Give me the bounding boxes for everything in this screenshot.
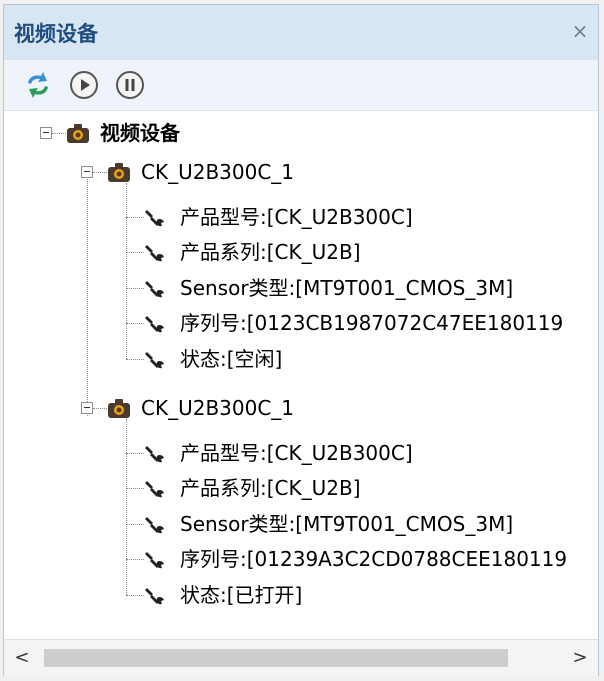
collapse-toggle[interactable] bbox=[40, 127, 52, 139]
wrench-icon bbox=[145, 281, 164, 298]
property-label: 产品系列:[CK_U2B] bbox=[180, 240, 361, 264]
panel-title: 视频设备 bbox=[14, 22, 98, 46]
property-label: 产品系列:[CK_U2B] bbox=[180, 476, 361, 500]
property-label: 状态:[空闲] bbox=[180, 347, 283, 371]
wrench-icon bbox=[145, 316, 164, 333]
tree-line bbox=[126, 323, 144, 324]
property-label: Sensor类型:[MT9T001_CMOS_3M] bbox=[180, 512, 514, 536]
tree-line bbox=[52, 133, 66, 134]
pause-button[interactable] bbox=[114, 69, 146, 101]
tree-line bbox=[87, 172, 88, 416]
camera-icon bbox=[108, 163, 130, 182]
tree-line bbox=[126, 524, 144, 525]
property-label: 状态:[已打开] bbox=[180, 583, 303, 607]
panel-titlebar: 视频设备 × bbox=[4, 5, 598, 60]
camera-icon bbox=[108, 399, 130, 418]
wrench-icon bbox=[145, 517, 164, 534]
play-button[interactable] bbox=[68, 69, 100, 101]
tree-line bbox=[126, 288, 144, 289]
property-label: Sensor类型:[MT9T001_CMOS_3M] bbox=[180, 276, 514, 300]
property-label: 序列号:[01239A3C2CD0788CEE180119 bbox=[180, 547, 568, 571]
property-label: 产品型号:[CK_U2B300C] bbox=[180, 441, 413, 465]
tree-line bbox=[126, 559, 144, 560]
wrench-icon bbox=[145, 210, 164, 227]
tree-line bbox=[126, 488, 144, 489]
tree-line bbox=[126, 419, 127, 595]
collapse-toggle[interactable] bbox=[81, 166, 93, 178]
refresh-button[interactable] bbox=[22, 69, 54, 101]
wrench-icon bbox=[145, 588, 164, 605]
refresh-icon bbox=[28, 72, 48, 98]
wrench-icon bbox=[145, 552, 164, 569]
scrollbar-thumb[interactable] bbox=[44, 649, 508, 667]
wrench-icon bbox=[145, 352, 164, 369]
device-tree: 视频设备 CK_U2B300C_1 产品型号:[CK_U2B300C] 产品系列… bbox=[4, 111, 598, 639]
close-icon[interactable]: × bbox=[568, 19, 592, 43]
tree-line bbox=[126, 595, 144, 596]
horizontal-scrollbar[interactable]: < > bbox=[4, 639, 598, 676]
device-label: CK_U2B300C_1 bbox=[141, 160, 295, 184]
device-label: CK_U2B300C_1 bbox=[141, 396, 295, 420]
property-label: 产品型号:[CK_U2B300C] bbox=[180, 205, 413, 229]
tree-line bbox=[126, 252, 144, 253]
tree-line bbox=[126, 453, 144, 454]
camera-icon bbox=[67, 124, 89, 143]
wrench-icon bbox=[145, 481, 164, 498]
collapse-toggle[interactable] bbox=[81, 402, 93, 414]
property-label: 序列号:[0123CB1987072C47EE180119 bbox=[180, 311, 564, 335]
wrench-icon bbox=[145, 446, 164, 463]
play-icon bbox=[70, 71, 98, 99]
video-devices-panel: 视频设备 × 视频设备 CK_U2B300C_1 产品型号:[CK_U2B300… bbox=[3, 4, 599, 676]
tree-line bbox=[126, 217, 144, 218]
toolbar bbox=[4, 60, 598, 111]
pause-icon bbox=[116, 71, 144, 99]
tree-line bbox=[126, 183, 127, 359]
scroll-right-button[interactable]: > bbox=[562, 640, 598, 676]
scroll-left-button[interactable]: < bbox=[4, 640, 40, 676]
tree-line bbox=[126, 359, 144, 360]
tree-line bbox=[93, 408, 107, 409]
wrench-icon bbox=[145, 245, 164, 262]
tree-node-label: 视频设备 bbox=[100, 121, 180, 145]
tree-line bbox=[93, 172, 107, 173]
